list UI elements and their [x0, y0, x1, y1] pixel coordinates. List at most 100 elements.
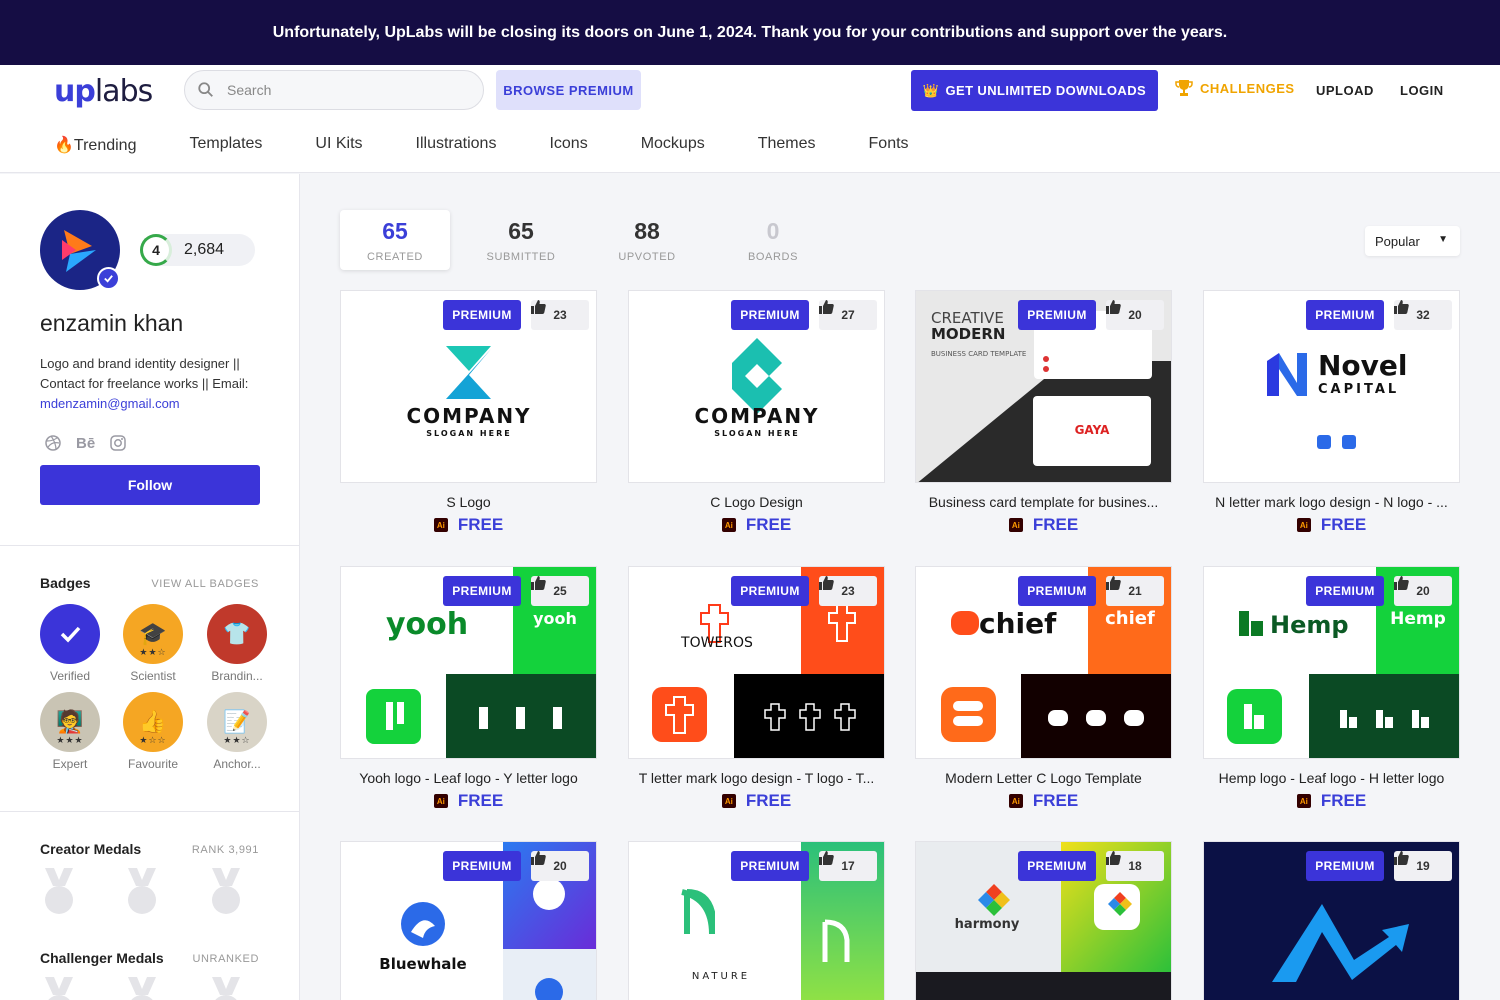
nav-fonts[interactable]: Fonts [869, 135, 909, 155]
svg-text:SLOGAN HERE: SLOGAN HERE [714, 429, 799, 438]
shot-thumbnail[interactable]: chief chief PREMIUM 21 [915, 566, 1172, 759]
premium-badge[interactable]: PREMIUM [1306, 576, 1384, 606]
sort-select[interactable]: Popular ▼ [1365, 226, 1460, 256]
like-button[interactable]: 20 [1394, 576, 1452, 606]
shot-title[interactable]: Yooh logo - Leaf logo - Y letter logo [340, 770, 597, 786]
challenges-link[interactable]: CHALLENGES [1174, 78, 1295, 98]
shot-card[interactable]: Hemp Hemp PREMIUM 20 Hemp logo - Leaf log… [1203, 566, 1460, 811]
tab-upvoted[interactable]: 88 UPVOTED [592, 210, 702, 270]
shot-card[interactable]: TOWEROS PREMIUM 23 T letter mark logo de… [628, 566, 885, 811]
nav-illustrations[interactable]: Illustrations [416, 135, 497, 155]
like-button[interactable]: 25 [531, 576, 589, 606]
premium-badge[interactable]: PREMIUM [443, 576, 521, 606]
shot-card[interactable]: Novel CAPITAL PREMIUM 32 N letter mark lo… [1203, 290, 1460, 535]
nav-templates[interactable]: Templates [189, 135, 262, 155]
shot-card[interactable]: yooh yooh PREMIUM 25 Yooh logo - Leaf log… [340, 566, 597, 811]
thumbs-up-icon [1106, 851, 1121, 865]
shot-title[interactable]: Business card template for busines... [915, 494, 1172, 510]
shot-card[interactable]: COMPANY SLOGAN HERE PREMIUM 27 C Logo Des… [628, 290, 885, 535]
notepad-icon: 📝 ★★☆ [207, 692, 267, 752]
premium-badge[interactable]: PREMIUM [443, 300, 521, 330]
tab-created[interactable]: 65 CREATED [340, 210, 450, 270]
like-button[interactable]: 21 [1106, 576, 1164, 606]
like-button[interactable]: 27 [819, 300, 877, 330]
shot-thumbnail[interactable]: PREMIUM 19 [1203, 841, 1460, 1000]
shot-card[interactable]: CREATIVE MODERN BUSINESS CARD TEMPLATE GAYA… [915, 290, 1172, 535]
shot-title[interactable]: N letter mark logo design - N logo - ... [1203, 494, 1460, 510]
shot-card[interactable]: Bluewhale PREMIUM 20 [340, 841, 597, 1000]
like-count: 20 [553, 859, 567, 873]
shot-thumbnail[interactable]: yooh yooh PREMIUM 25 [340, 566, 597, 759]
shot-thumbnail[interactable]: Bluewhale PREMIUM 20 [340, 841, 597, 1000]
shot-card[interactable]: PREMIUM 19 [1203, 841, 1460, 1000]
like-button[interactable]: 17 [819, 851, 877, 881]
instagram-icon[interactable] [109, 434, 127, 452]
follow-button[interactable]: Follow [40, 465, 260, 505]
premium-badge[interactable]: PREMIUM [1306, 851, 1384, 881]
shot-thumbnail[interactable]: COMPANY SLOGAN HERE PREMIUM 27 [628, 290, 885, 483]
price-label: FREE [1032, 791, 1079, 810]
badge-anchor[interactable]: 📝 ★★☆ Anchor... [207, 692, 267, 771]
search-input[interactable] [227, 82, 467, 98]
nav-mockups[interactable]: Mockups [641, 135, 705, 155]
search-box[interactable] [184, 70, 484, 110]
tab-submitted[interactable]: 65 SUBMITTED [466, 210, 576, 270]
get-unlimited-downloads-button[interactable]: 👑 GET UNLIMITED DOWNLOADS [911, 70, 1158, 111]
shot-thumbnail[interactable]: harmony PREMIUM 18 [915, 841, 1172, 1000]
shot-thumbnail[interactable]: Hemp Hemp PREMIUM 20 [1203, 566, 1460, 759]
shot-title[interactable]: C Logo Design [628, 494, 885, 510]
shot-thumbnail[interactable]: Novel CAPITAL PREMIUM 32 [1203, 290, 1460, 483]
shot-card[interactable]: COMPANY SLOGAN HERE PREMIUM 23 S Logo Ai … [340, 290, 597, 535]
badge-expert[interactable]: 🧑‍🏫 ★★★ Expert [40, 692, 100, 771]
like-button[interactable]: 20 [531, 851, 589, 881]
like-button[interactable]: 18 [1106, 851, 1164, 881]
premium-badge[interactable]: PREMIUM [1018, 851, 1096, 881]
dribbble-icon[interactable] [44, 434, 62, 452]
view-all-badges-link[interactable]: VIEW ALL BADGES [151, 578, 259, 590]
badge-verified[interactable]: Verified [40, 604, 100, 683]
like-button[interactable]: 20 [1106, 300, 1164, 330]
badge-favourite[interactable]: 👍 ★☆☆ Favourite [123, 692, 183, 771]
bio-text: Logo and brand identity designer || Cont… [40, 356, 249, 391]
thumbs-up-icon [531, 300, 546, 314]
browse-premium-button[interactable]: BROWSE PREMIUM [496, 70, 641, 110]
trophy-icon [1175, 80, 1193, 96]
badge-branding[interactable]: 👕 Brandin... [207, 604, 267, 683]
announcement-banner: Unfortunately, UpLabs will be closing it… [0, 0, 1500, 65]
nav-trending[interactable]: 🔥Trending [54, 135, 136, 155]
login-link[interactable]: LOGIN [1400, 83, 1444, 98]
nav-ui-kits[interactable]: UI Kits [315, 135, 362, 155]
premium-badge[interactable]: PREMIUM [1018, 576, 1096, 606]
like-button[interactable]: 23 [819, 576, 877, 606]
shot-title[interactable]: S Logo [340, 494, 597, 510]
tab-boards[interactable]: 0 BOARDS [718, 210, 828, 270]
illustrator-icon: Ai [721, 794, 736, 808]
shot-card[interactable]: NATURE PREMIUM 17 [628, 841, 885, 1000]
shot-thumbnail[interactable]: TOWEROS PREMIUM 23 [628, 566, 885, 759]
shot-thumbnail[interactable]: CREATIVE MODERN BUSINESS CARD TEMPLATE GAYA… [915, 290, 1172, 483]
upload-link[interactable]: UPLOAD [1316, 83, 1374, 98]
premium-badge[interactable]: PREMIUM [443, 851, 521, 881]
shot-card[interactable]: harmony PREMIUM 18 [915, 841, 1172, 1000]
nav-themes[interactable]: Themes [758, 135, 816, 155]
shot-card[interactable]: chief chief PREMIUM 21 Modern Letter C Lo… [915, 566, 1172, 811]
behance-icon[interactable]: Bē [76, 435, 95, 452]
email-link[interactable]: mdenzamin@gmail.com [40, 396, 180, 411]
shot-thumbnail[interactable]: COMPANY SLOGAN HERE PREMIUM 23 [340, 290, 597, 483]
premium-badge[interactable]: PREMIUM [731, 300, 809, 330]
shot-title[interactable]: Modern Letter C Logo Template [915, 770, 1172, 786]
premium-badge[interactable]: PREMIUM [1306, 300, 1384, 330]
like-button[interactable]: 32 [1394, 300, 1452, 330]
premium-badge[interactable]: PREMIUM [731, 851, 809, 881]
uplabs-logo[interactable]: uplabs [54, 74, 153, 109]
shot-title[interactable]: Hemp logo - Leaf logo - H letter logo [1203, 770, 1460, 786]
like-button[interactable]: 19 [1394, 851, 1452, 881]
shot-thumbnail[interactable]: NATURE PREMIUM 17 [628, 841, 885, 1000]
shot-title[interactable]: T letter mark logo design - T logo - T..… [628, 770, 885, 786]
price-label: FREE [1320, 515, 1367, 534]
premium-badge[interactable]: PREMIUM [1018, 300, 1096, 330]
premium-badge[interactable]: PREMIUM [731, 576, 809, 606]
badge-scientist[interactable]: 🎓 ★★☆ Scientist [123, 604, 183, 683]
nav-icons[interactable]: Icons [549, 135, 587, 155]
like-button[interactable]: 23 [531, 300, 589, 330]
